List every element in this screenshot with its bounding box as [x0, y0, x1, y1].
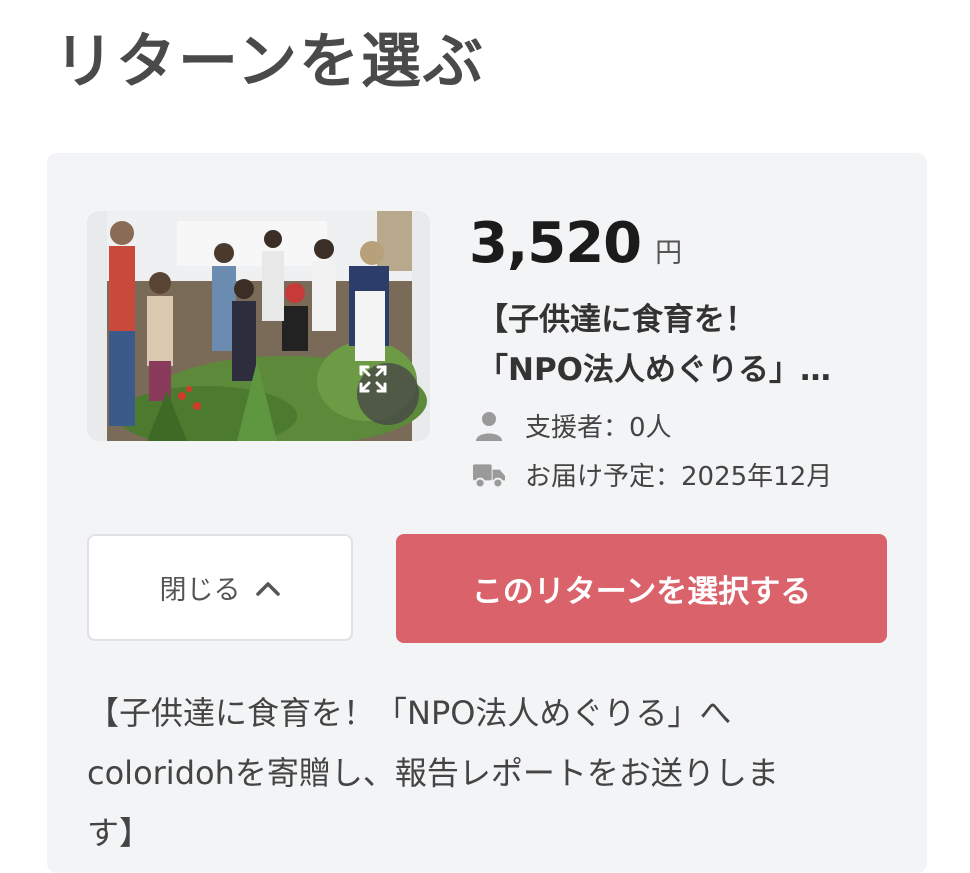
reward-photo[interactable] [87, 211, 430, 441]
delivery-text: お届け予定：2025年12月 [525, 462, 833, 492]
description-line: coloridohを寄贈し、報告レポートをお送りしま [87, 754, 779, 792]
supporter-count: 支援者：0人 [473, 407, 672, 444]
description-line: す】 [87, 814, 152, 852]
page-title: リターンを選ぶ [54, 27, 485, 97]
reward-card: 3,520 円 【子供達に食育を！ 「NPO法人めぐりる」… 支援者：0人 お届… [47, 153, 927, 873]
price-value: 3,520 [469, 211, 642, 276]
reward-description: 【子供達に食育を！「NPO法人めぐりる」へ coloridohを寄贈し、報告レポ… [87, 683, 847, 863]
reward-title-line: 【子供達に食育を！ [477, 302, 756, 338]
supporter-text: 支援者：0人 [525, 413, 672, 443]
reward-title-line: 「NPO法人めぐりる」… [477, 352, 832, 388]
select-reward-button[interactable]: このリターンを選択する [396, 534, 887, 643]
price: 3,520 円 [469, 211, 682, 276]
delivery-date: お届け予定：2025年12月 [473, 456, 832, 493]
person-icon [473, 410, 505, 442]
chevron-up-icon [255, 579, 281, 597]
close-button-label: 閉じる [159, 575, 241, 606]
expand-photo-button[interactable] [357, 363, 419, 425]
close-button[interactable]: 閉じる [87, 534, 353, 641]
expand-icon [359, 365, 387, 393]
reward-title: 【子供達に食育を！ 「NPO法人めぐりる」… [477, 295, 897, 395]
price-currency: 円 [655, 238, 683, 269]
truck-icon [473, 459, 505, 491]
description-line: 【子供達に食育を！「NPO法人めぐりる」へ [87, 694, 732, 732]
